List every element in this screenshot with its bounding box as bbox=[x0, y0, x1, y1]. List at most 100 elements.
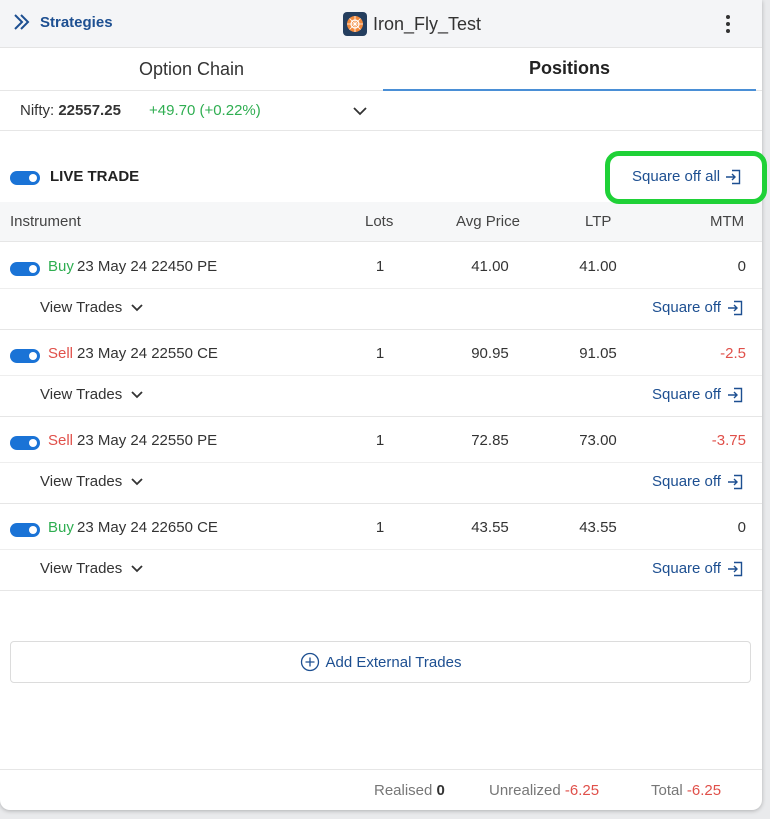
position-ltp: 73.00 bbox=[579, 432, 617, 449]
col-ltp: LTP bbox=[585, 213, 612, 230]
table-row: Buy 23 May 24 22650 CE 1 43.55 43.55 0 V… bbox=[0, 504, 762, 591]
position-mtm: -3.75 bbox=[711, 432, 746, 449]
index-bar: Nifty: 22557.25 +49.70 (+0.22%) bbox=[0, 91, 762, 131]
position-main: Buy 23 May 24 22450 PE 1 41.00 41.00 0 bbox=[0, 243, 762, 289]
position-toggle[interactable] bbox=[10, 436, 40, 450]
header: Strategies Iron_Fly_Test bbox=[0, 0, 762, 48]
tab-positions[interactable]: Positions bbox=[383, 48, 756, 91]
tab-option-chain[interactable]: Option Chain bbox=[0, 48, 383, 91]
realised-value: 0 bbox=[436, 782, 445, 799]
square-off-button[interactable]: Square off bbox=[652, 560, 743, 577]
position-ltp: 43.55 bbox=[579, 519, 617, 536]
col-lots: Lots bbox=[365, 213, 394, 230]
square-off-label: Square off bbox=[652, 299, 721, 316]
position-mtm: 0 bbox=[737, 258, 746, 275]
more-options-icon[interactable] bbox=[719, 12, 737, 36]
square-off-button[interactable]: Square off bbox=[652, 299, 743, 316]
live-trade-toggle[interactable] bbox=[10, 171, 40, 185]
tab-bar: Option Chain Positions bbox=[0, 48, 762, 91]
position-instrument: 23 May 24 22550 CE bbox=[77, 345, 218, 362]
table-row: Sell 23 May 24 22550 PE 1 72.85 73.00 -3… bbox=[0, 417, 762, 504]
position-side: Buy bbox=[48, 258, 74, 275]
strategy-name: Iron_Fly_Test bbox=[373, 13, 482, 34]
view-trades-label: View Trades bbox=[40, 299, 123, 316]
strategy-title: Iron_Fly_Test bbox=[343, 12, 481, 36]
position-lots: 1 bbox=[375, 519, 385, 536]
realised-label: Realised bbox=[374, 782, 433, 799]
position-instrument: 23 May 24 22550 PE bbox=[77, 432, 218, 449]
pnl-footer: Realised 0 Unrealized -6.25 Total -6.25 bbox=[0, 769, 762, 810]
view-trades-button[interactable]: View Trades bbox=[40, 560, 144, 577]
chevron-down-icon bbox=[131, 477, 143, 485]
position-main: Sell 23 May 24 22550 PE 1 72.85 73.00 -3… bbox=[0, 417, 762, 463]
position-lots: 1 bbox=[375, 432, 385, 449]
strategies-back-link[interactable]: Strategies bbox=[12, 12, 113, 32]
square-off-all-label: Square off all bbox=[632, 168, 721, 185]
square-off-button[interactable]: Square off bbox=[652, 386, 743, 403]
live-trade-label: LIVE TRADE bbox=[50, 168, 140, 185]
position-toggle[interactable] bbox=[10, 349, 40, 363]
position-ltp: 41.00 bbox=[579, 258, 617, 275]
position-avg-price: 90.95 bbox=[471, 345, 509, 362]
index-value: 22557.25 bbox=[58, 102, 121, 119]
unrealized-summary: Unrealized -6.25 bbox=[489, 782, 599, 799]
position-main: Sell 23 May 24 22550 CE 1 90.95 91.05 -2… bbox=[0, 330, 762, 376]
position-avg-price: 72.85 bbox=[471, 432, 509, 449]
position-mtm: 0 bbox=[737, 519, 746, 536]
chevron-down-icon bbox=[131, 390, 143, 398]
chevron-down-icon[interactable] bbox=[352, 103, 368, 119]
unrealized-value: -6.25 bbox=[564, 782, 600, 799]
view-trades-label: View Trades bbox=[40, 473, 123, 490]
chevron-down-icon bbox=[131, 303, 143, 311]
square-off-label: Square off bbox=[652, 473, 721, 490]
position-avg-price: 43.55 bbox=[471, 519, 509, 536]
exit-icon bbox=[726, 169, 741, 184]
position-toggle[interactable] bbox=[10, 262, 40, 276]
square-off-button[interactable]: Square off bbox=[652, 473, 743, 490]
col-avg-price: Avg Price bbox=[456, 213, 520, 230]
square-off-label: Square off bbox=[652, 386, 721, 403]
exit-icon bbox=[727, 474, 743, 489]
position-ltp: 91.05 bbox=[579, 345, 617, 362]
view-trades-label: View Trades bbox=[40, 560, 123, 577]
add-external-trades-button[interactable]: Add External Trades bbox=[10, 641, 751, 683]
position-avg-price: 41.00 bbox=[471, 258, 509, 275]
view-trades-button[interactable]: View Trades bbox=[40, 299, 144, 316]
position-lots: 1 bbox=[375, 345, 385, 362]
position-instrument: 23 May 24 22450 PE bbox=[77, 258, 218, 275]
total-summary: Total -6.25 bbox=[651, 782, 721, 799]
position-main: Buy 23 May 24 22650 CE 1 43.55 43.55 0 bbox=[0, 504, 762, 550]
exit-icon bbox=[727, 387, 743, 402]
position-instrument: 23 May 24 22650 CE bbox=[77, 519, 218, 536]
square-off-label: Square off bbox=[652, 560, 721, 577]
strategy-panel: Strategies Iron_Fly_Test Option Chain Po… bbox=[0, 0, 762, 810]
view-trades-label: View Trades bbox=[40, 386, 123, 403]
position-toggle[interactable] bbox=[10, 523, 40, 537]
col-instrument: Instrument bbox=[10, 213, 81, 230]
realised-summary: Realised 0 bbox=[374, 782, 445, 799]
strategies-label: Strategies bbox=[40, 13, 113, 31]
exit-icon bbox=[727, 300, 743, 315]
col-mtm: MTM bbox=[710, 213, 745, 230]
position-mtm: -2.5 bbox=[720, 345, 746, 362]
strategy-logo-icon bbox=[343, 12, 367, 36]
chevron-down-icon bbox=[131, 564, 143, 572]
square-off-all-button[interactable]: Square off all bbox=[632, 168, 741, 185]
view-trades-button[interactable]: View Trades bbox=[40, 473, 144, 490]
unrealized-label: Unrealized bbox=[489, 782, 561, 799]
index-name: Nifty: bbox=[20, 102, 55, 119]
index-quote: Nifty: 22557.25 bbox=[20, 102, 121, 119]
position-lots: 1 bbox=[375, 258, 385, 275]
table-row: Sell 23 May 24 22550 CE 1 90.95 91.05 -2… bbox=[0, 330, 762, 417]
position-side: Sell bbox=[48, 345, 74, 362]
total-value: -6.25 bbox=[686, 782, 722, 799]
index-change: +49.70 (+0.22%) bbox=[149, 102, 261, 119]
plus-circle-icon bbox=[300, 652, 319, 672]
position-side: Sell bbox=[48, 432, 74, 449]
total-label: Total bbox=[651, 782, 683, 799]
double-chevron-right-icon bbox=[14, 14, 30, 30]
exit-icon bbox=[727, 561, 743, 576]
add-external-trades-label: Add External Trades bbox=[325, 653, 462, 671]
position-side: Buy bbox=[48, 519, 74, 536]
view-trades-button[interactable]: View Trades bbox=[40, 386, 144, 403]
